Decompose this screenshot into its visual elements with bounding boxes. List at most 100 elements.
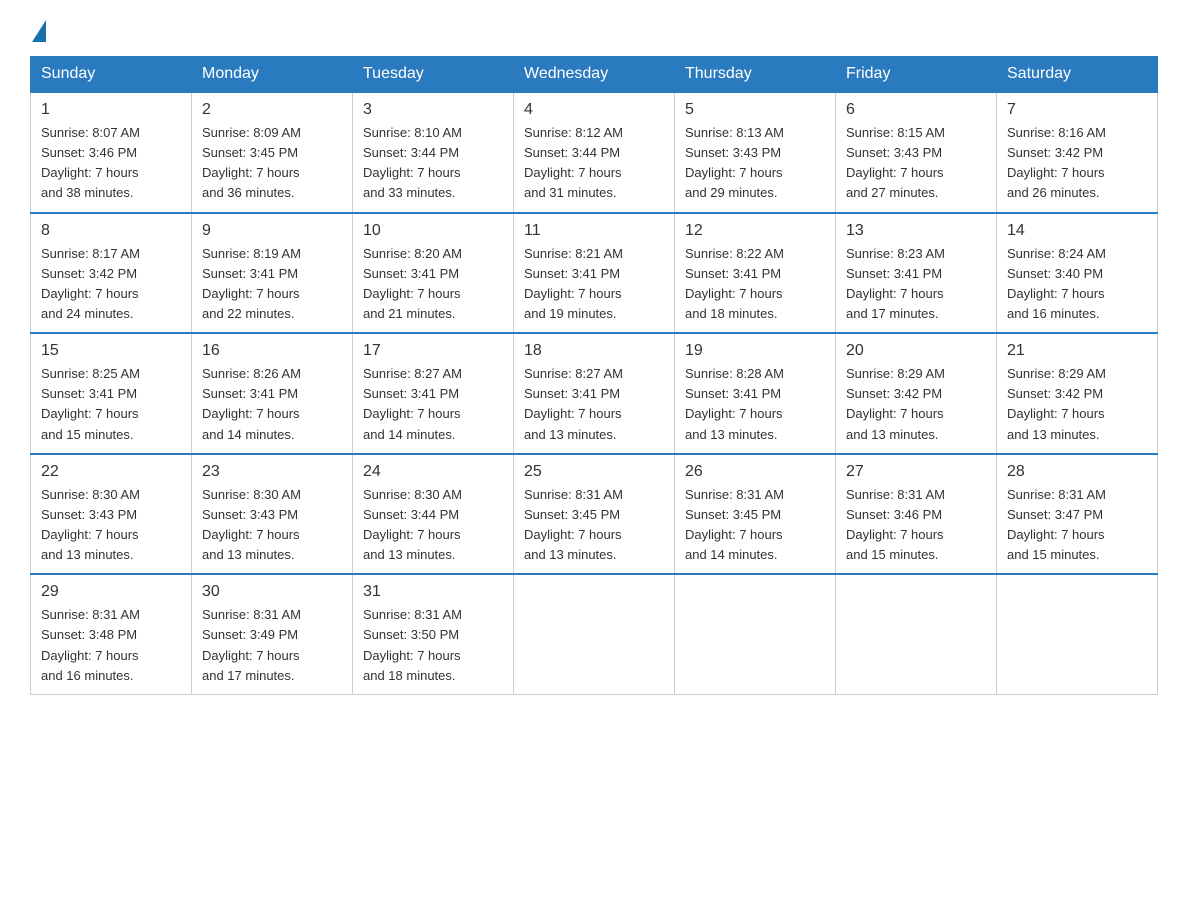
calendar-cell: 17 Sunrise: 8:27 AM Sunset: 3:41 PM Dayl…	[353, 333, 514, 454]
day-number: 14	[1007, 222, 1147, 240]
day-info: Sunrise: 8:16 AM Sunset: 3:42 PM Dayligh…	[1007, 123, 1147, 204]
day-number: 10	[363, 222, 503, 240]
weekday-header-friday: Friday	[836, 57, 997, 93]
day-number: 28	[1007, 463, 1147, 481]
day-info: Sunrise: 8:12 AM Sunset: 3:44 PM Dayligh…	[524, 123, 664, 204]
day-number: 9	[202, 222, 342, 240]
logo-text	[30, 20, 46, 44]
calendar-cell: 8 Sunrise: 8:17 AM Sunset: 3:42 PM Dayli…	[31, 213, 192, 334]
weekday-header-monday: Monday	[192, 57, 353, 93]
calendar-cell: 3 Sunrise: 8:10 AM Sunset: 3:44 PM Dayli…	[353, 92, 514, 213]
day-info: Sunrise: 8:27 AM Sunset: 3:41 PM Dayligh…	[524, 364, 664, 445]
day-info: Sunrise: 8:26 AM Sunset: 3:41 PM Dayligh…	[202, 364, 342, 445]
calendar-cell: 15 Sunrise: 8:25 AM Sunset: 3:41 PM Dayl…	[31, 333, 192, 454]
day-number: 29	[41, 583, 181, 601]
calendar-cell: 19 Sunrise: 8:28 AM Sunset: 3:41 PM Dayl…	[675, 333, 836, 454]
calendar-cell	[514, 574, 675, 694]
day-number: 18	[524, 342, 664, 360]
day-info: Sunrise: 8:31 AM Sunset: 3:47 PM Dayligh…	[1007, 485, 1147, 566]
calendar-cell: 18 Sunrise: 8:27 AM Sunset: 3:41 PM Dayl…	[514, 333, 675, 454]
calendar-cell: 14 Sunrise: 8:24 AM Sunset: 3:40 PM Dayl…	[997, 213, 1158, 334]
day-number: 19	[685, 342, 825, 360]
day-number: 11	[524, 222, 664, 240]
weekday-header-row: SundayMondayTuesdayWednesdayThursdayFrid…	[31, 57, 1158, 93]
calendar-cell: 6 Sunrise: 8:15 AM Sunset: 3:43 PM Dayli…	[836, 92, 997, 213]
calendar-cell: 7 Sunrise: 8:16 AM Sunset: 3:42 PM Dayli…	[997, 92, 1158, 213]
weekday-header-thursday: Thursday	[675, 57, 836, 93]
day-info: Sunrise: 8:31 AM Sunset: 3:48 PM Dayligh…	[41, 605, 181, 686]
calendar-cell: 22 Sunrise: 8:30 AM Sunset: 3:43 PM Dayl…	[31, 454, 192, 575]
page-header	[30, 20, 1158, 40]
day-info: Sunrise: 8:22 AM Sunset: 3:41 PM Dayligh…	[685, 244, 825, 325]
day-info: Sunrise: 8:24 AM Sunset: 3:40 PM Dayligh…	[1007, 244, 1147, 325]
day-number: 21	[1007, 342, 1147, 360]
calendar-cell	[836, 574, 997, 694]
calendar-cell: 2 Sunrise: 8:09 AM Sunset: 3:45 PM Dayli…	[192, 92, 353, 213]
day-number: 13	[846, 222, 986, 240]
day-info: Sunrise: 8:30 AM Sunset: 3:43 PM Dayligh…	[202, 485, 342, 566]
day-info: Sunrise: 8:21 AM Sunset: 3:41 PM Dayligh…	[524, 244, 664, 325]
day-number: 5	[685, 101, 825, 119]
day-info: Sunrise: 8:10 AM Sunset: 3:44 PM Dayligh…	[363, 123, 503, 204]
day-number: 17	[363, 342, 503, 360]
day-number: 25	[524, 463, 664, 481]
logo-triangle-icon	[32, 20, 46, 42]
day-info: Sunrise: 8:31 AM Sunset: 3:49 PM Dayligh…	[202, 605, 342, 686]
calendar-cell: 25 Sunrise: 8:31 AM Sunset: 3:45 PM Dayl…	[514, 454, 675, 575]
calendar-cell: 1 Sunrise: 8:07 AM Sunset: 3:46 PM Dayli…	[31, 92, 192, 213]
calendar-week-row: 29 Sunrise: 8:31 AM Sunset: 3:48 PM Dayl…	[31, 574, 1158, 694]
day-info: Sunrise: 8:25 AM Sunset: 3:41 PM Dayligh…	[41, 364, 181, 445]
calendar-cell: 16 Sunrise: 8:26 AM Sunset: 3:41 PM Dayl…	[192, 333, 353, 454]
calendar-body: 1 Sunrise: 8:07 AM Sunset: 3:46 PM Dayli…	[31, 92, 1158, 694]
day-number: 7	[1007, 101, 1147, 119]
weekday-header-wednesday: Wednesday	[514, 57, 675, 93]
day-number: 27	[846, 463, 986, 481]
day-number: 1	[41, 101, 181, 119]
calendar-cell: 10 Sunrise: 8:20 AM Sunset: 3:41 PM Dayl…	[353, 213, 514, 334]
day-number: 6	[846, 101, 986, 119]
weekday-header-sunday: Sunday	[31, 57, 192, 93]
day-info: Sunrise: 8:15 AM Sunset: 3:43 PM Dayligh…	[846, 123, 986, 204]
day-info: Sunrise: 8:31 AM Sunset: 3:45 PM Dayligh…	[524, 485, 664, 566]
calendar-cell: 11 Sunrise: 8:21 AM Sunset: 3:41 PM Dayl…	[514, 213, 675, 334]
calendar-week-row: 1 Sunrise: 8:07 AM Sunset: 3:46 PM Dayli…	[31, 92, 1158, 213]
day-info: Sunrise: 8:31 AM Sunset: 3:46 PM Dayligh…	[846, 485, 986, 566]
day-info: Sunrise: 8:30 AM Sunset: 3:43 PM Dayligh…	[41, 485, 181, 566]
calendar-cell: 9 Sunrise: 8:19 AM Sunset: 3:41 PM Dayli…	[192, 213, 353, 334]
calendar-cell: 28 Sunrise: 8:31 AM Sunset: 3:47 PM Dayl…	[997, 454, 1158, 575]
day-info: Sunrise: 8:23 AM Sunset: 3:41 PM Dayligh…	[846, 244, 986, 325]
day-number: 26	[685, 463, 825, 481]
calendar-week-row: 15 Sunrise: 8:25 AM Sunset: 3:41 PM Dayl…	[31, 333, 1158, 454]
calendar-cell: 31 Sunrise: 8:31 AM Sunset: 3:50 PM Dayl…	[353, 574, 514, 694]
day-number: 2	[202, 101, 342, 119]
day-info: Sunrise: 8:29 AM Sunset: 3:42 PM Dayligh…	[1007, 364, 1147, 445]
day-info: Sunrise: 8:19 AM Sunset: 3:41 PM Dayligh…	[202, 244, 342, 325]
day-info: Sunrise: 8:07 AM Sunset: 3:46 PM Dayligh…	[41, 123, 181, 204]
day-number: 15	[41, 342, 181, 360]
day-number: 23	[202, 463, 342, 481]
calendar-cell: 23 Sunrise: 8:30 AM Sunset: 3:43 PM Dayl…	[192, 454, 353, 575]
calendar-week-row: 8 Sunrise: 8:17 AM Sunset: 3:42 PM Dayli…	[31, 213, 1158, 334]
day-info: Sunrise: 8:31 AM Sunset: 3:50 PM Dayligh…	[363, 605, 503, 686]
calendar-week-row: 22 Sunrise: 8:30 AM Sunset: 3:43 PM Dayl…	[31, 454, 1158, 575]
calendar-cell: 24 Sunrise: 8:30 AM Sunset: 3:44 PM Dayl…	[353, 454, 514, 575]
calendar-cell: 29 Sunrise: 8:31 AM Sunset: 3:48 PM Dayl…	[31, 574, 192, 694]
day-info: Sunrise: 8:13 AM Sunset: 3:43 PM Dayligh…	[685, 123, 825, 204]
weekday-header-saturday: Saturday	[997, 57, 1158, 93]
calendar-cell: 13 Sunrise: 8:23 AM Sunset: 3:41 PM Dayl…	[836, 213, 997, 334]
calendar-cell: 12 Sunrise: 8:22 AM Sunset: 3:41 PM Dayl…	[675, 213, 836, 334]
day-number: 16	[202, 342, 342, 360]
day-number: 8	[41, 222, 181, 240]
day-info: Sunrise: 8:09 AM Sunset: 3:45 PM Dayligh…	[202, 123, 342, 204]
calendar-cell: 30 Sunrise: 8:31 AM Sunset: 3:49 PM Dayl…	[192, 574, 353, 694]
day-number: 30	[202, 583, 342, 601]
day-info: Sunrise: 8:29 AM Sunset: 3:42 PM Dayligh…	[846, 364, 986, 445]
calendar-cell: 26 Sunrise: 8:31 AM Sunset: 3:45 PM Dayl…	[675, 454, 836, 575]
calendar-cell	[997, 574, 1158, 694]
day-info: Sunrise: 8:20 AM Sunset: 3:41 PM Dayligh…	[363, 244, 503, 325]
calendar-cell: 4 Sunrise: 8:12 AM Sunset: 3:44 PM Dayli…	[514, 92, 675, 213]
calendar-table: SundayMondayTuesdayWednesdayThursdayFrid…	[30, 56, 1158, 695]
calendar-cell: 21 Sunrise: 8:29 AM Sunset: 3:42 PM Dayl…	[997, 333, 1158, 454]
day-number: 12	[685, 222, 825, 240]
day-info: Sunrise: 8:17 AM Sunset: 3:42 PM Dayligh…	[41, 244, 181, 325]
